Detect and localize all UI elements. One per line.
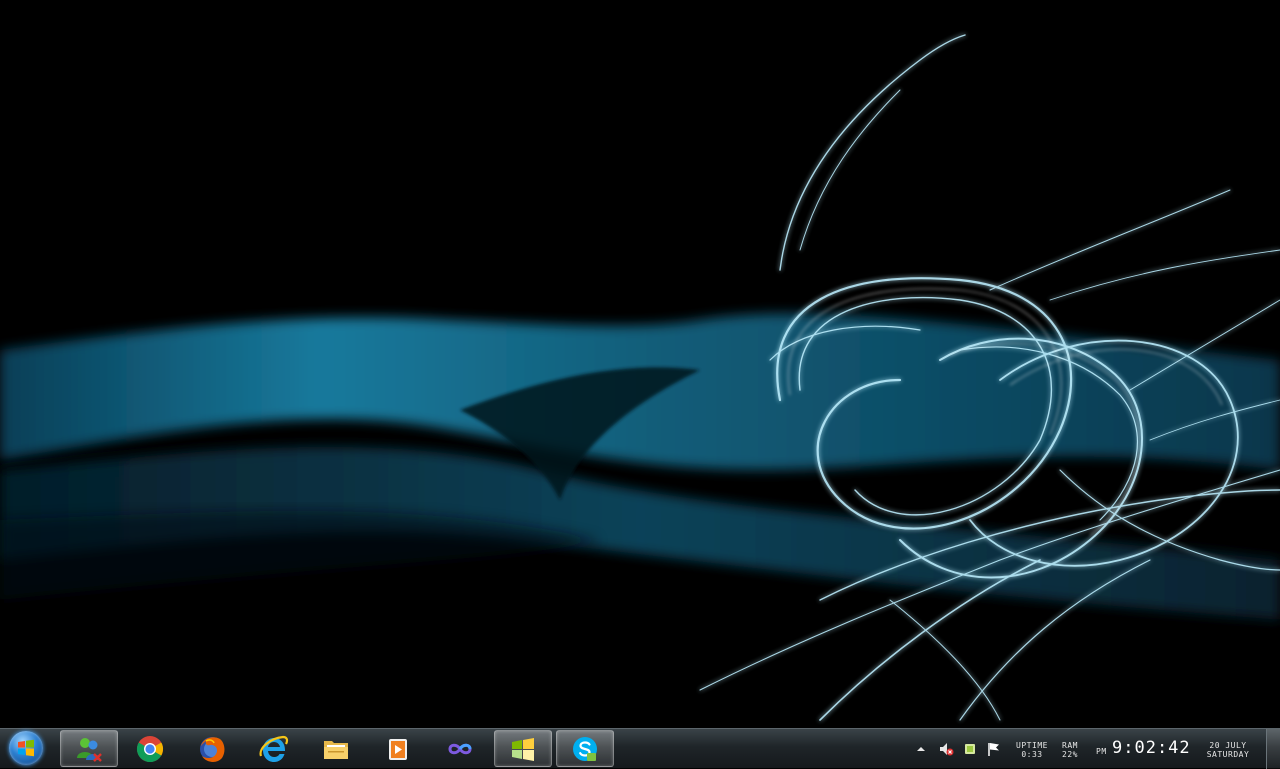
date-line-2: SATURDAY xyxy=(1206,750,1250,759)
system-tray: UPTIME 0:33 RAM 22% PM 9:02:42 20 JULY S… xyxy=(912,729,1266,769)
wallpaper-art xyxy=(0,34,1280,721)
ram-gadget: RAM 22% xyxy=(1057,741,1083,759)
ie-icon xyxy=(259,735,289,762)
action-center-flag-icon[interactable] xyxy=(986,741,1002,757)
show-desktop-button[interactable] xyxy=(1266,729,1280,769)
taskbar-firefox-button[interactable] xyxy=(183,730,241,767)
ram-value: 22% xyxy=(1062,750,1078,759)
windows-flag-icon xyxy=(18,739,34,757)
uptime-gadget: UPTIME 0:33 xyxy=(1012,741,1052,759)
clock-time[interactable]: 9:02:42 xyxy=(1112,738,1191,758)
date-line-1: 20 JULY xyxy=(1209,741,1247,750)
date-gadget[interactable]: 20 JULY SATURDAY xyxy=(1198,741,1258,759)
ram-label: RAM xyxy=(1062,741,1078,750)
taskbar-windows-app-button[interactable] xyxy=(494,730,552,767)
taskbar-visual-studio-button[interactable] xyxy=(431,730,489,767)
messenger-icon xyxy=(77,737,102,762)
taskbar-ie-button[interactable] xyxy=(245,730,303,767)
taskbar-skype-button[interactable] xyxy=(556,730,614,767)
taskbar-explorer-button[interactable] xyxy=(307,730,365,767)
volume-muted-icon[interactable] xyxy=(938,741,954,757)
taskbar-media-player-button[interactable] xyxy=(369,730,427,767)
chrome-icon xyxy=(136,735,164,762)
start-button[interactable] xyxy=(4,730,50,768)
skype-icon xyxy=(573,736,597,761)
clock-ampm: PM xyxy=(1096,747,1107,756)
uptime-label: UPTIME xyxy=(1016,741,1048,750)
media-player-icon xyxy=(389,738,407,760)
infinity-icon xyxy=(448,743,472,754)
up-arrow-icon[interactable] xyxy=(916,741,926,757)
folder-icon xyxy=(324,740,348,759)
uptime-value: 0:33 xyxy=(1021,750,1043,759)
taskbar-messenger-button[interactable] xyxy=(60,730,118,767)
desktop-wallpaper xyxy=(0,0,1280,728)
windows-logo-icon xyxy=(512,737,534,761)
firefox-icon xyxy=(200,736,225,762)
network-icon[interactable] xyxy=(962,741,978,757)
taskbar-chrome-button[interactable] xyxy=(121,730,179,767)
taskbar: UPTIME 0:33 RAM 22% PM 9:02:42 20 JULY S… xyxy=(0,728,1280,769)
